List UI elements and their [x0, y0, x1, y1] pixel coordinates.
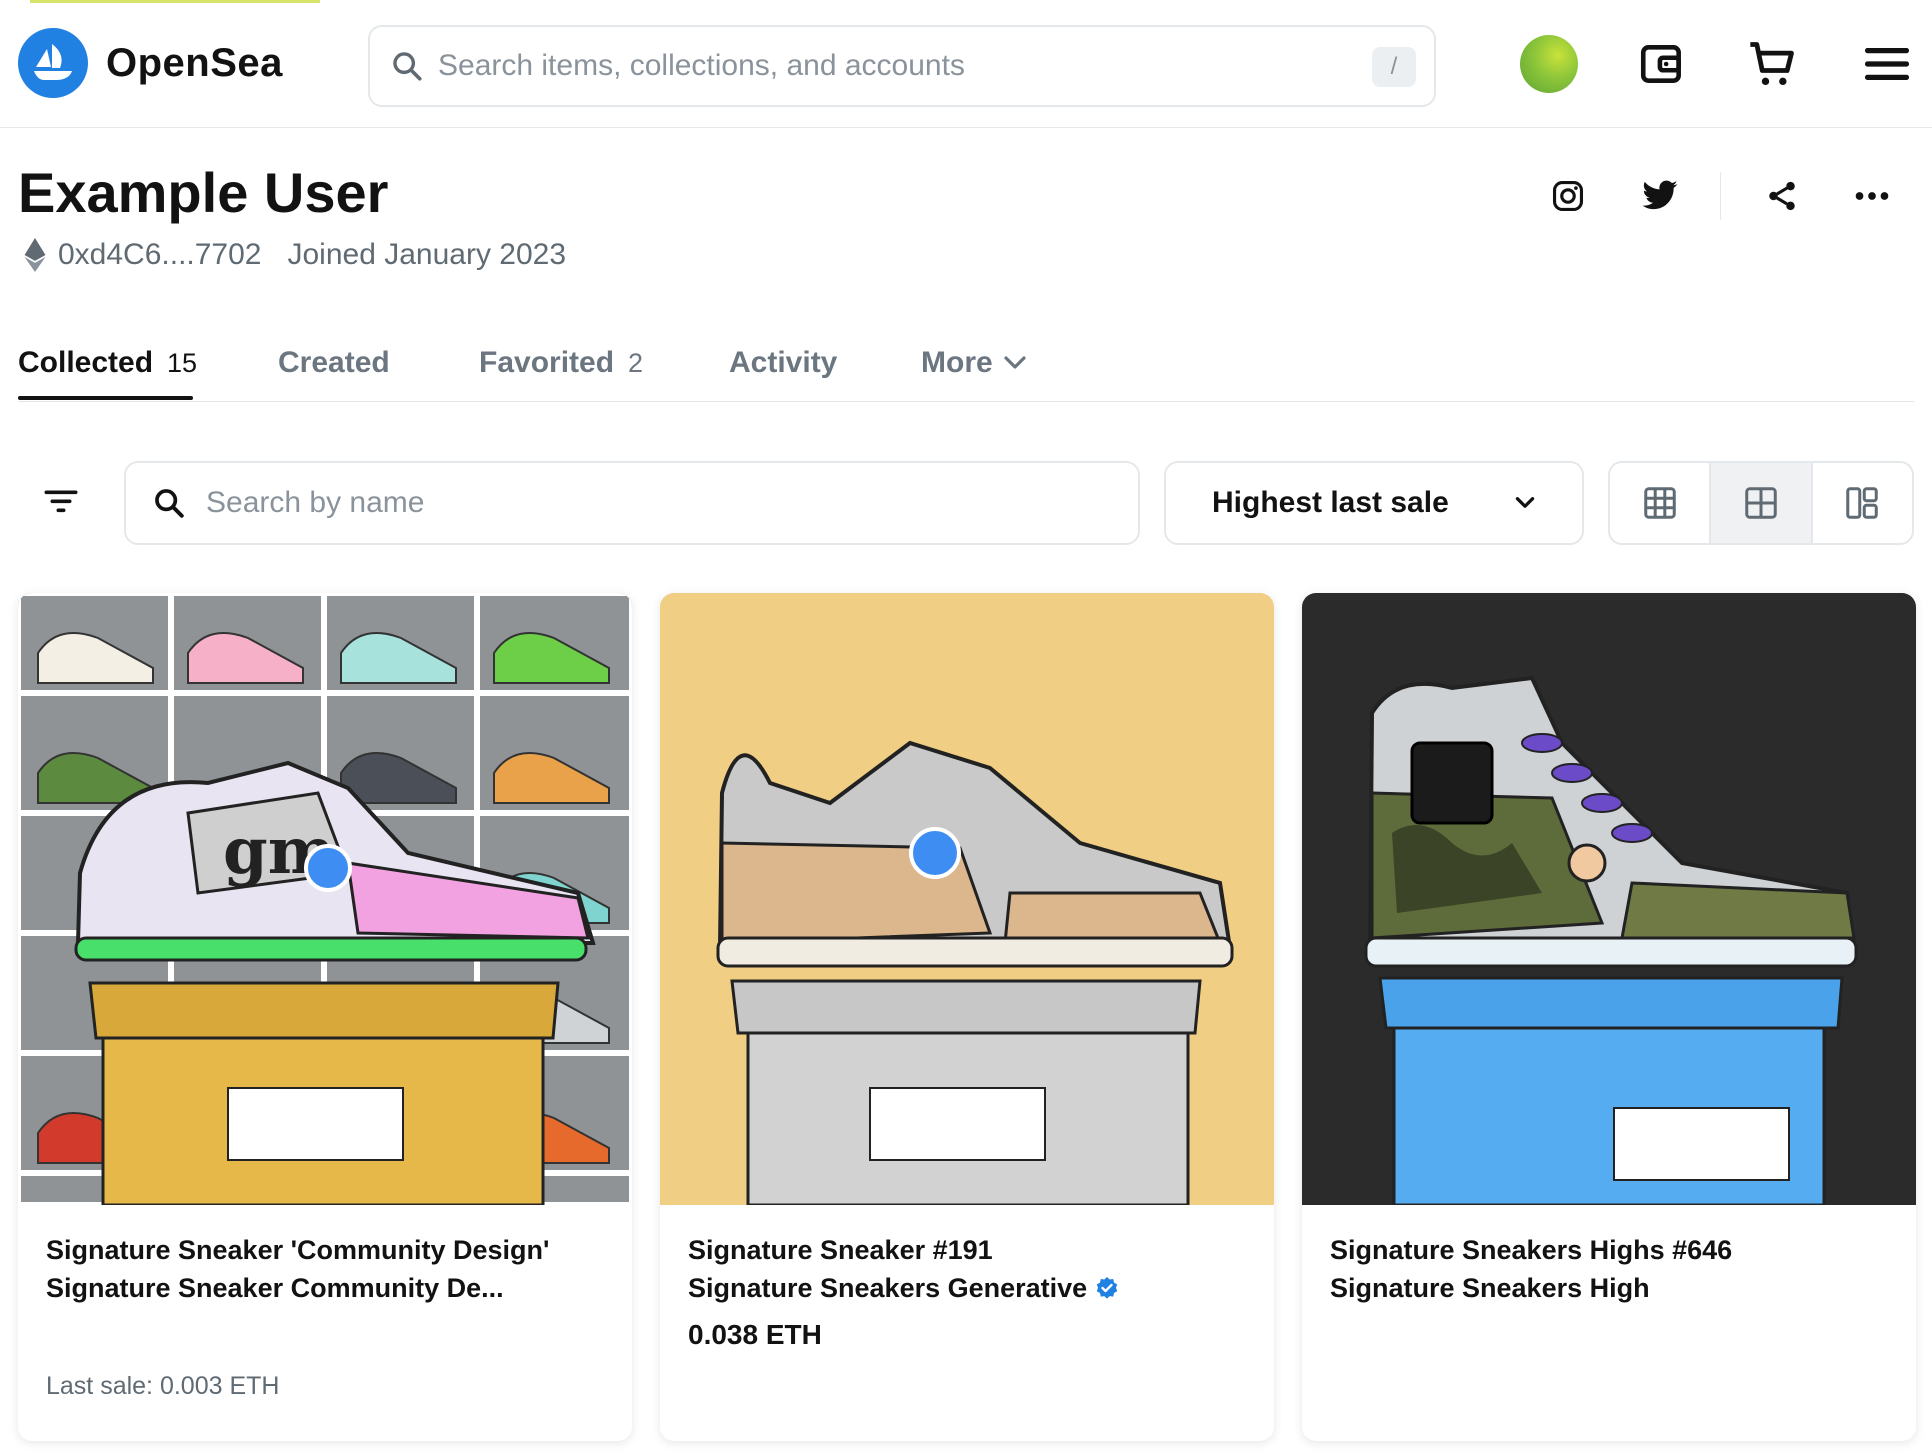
chevron-down-icon	[1515, 497, 1535, 508]
opensea-logo-icon	[18, 28, 88, 98]
view-large-grid-button[interactable]	[1711, 463, 1813, 543]
view-list-button[interactable]	[1813, 463, 1912, 543]
search-by-name-placeholder: Search by name	[206, 486, 425, 519]
active-tab-indicator	[18, 396, 193, 400]
global-search-input[interactable]: Search items, collections, and accounts …	[368, 25, 1436, 107]
twitter-icon	[1642, 180, 1678, 210]
cart-icon	[1750, 42, 1794, 86]
top-navigation-bar: OpenSea Search items, collections, and a…	[0, 0, 1932, 128]
tab-collected-label: Collected	[18, 346, 154, 379]
tab-favorited-count: 2	[628, 348, 644, 378]
nft-collection-name: Signature Sneaker Community De...	[46, 1269, 608, 1307]
ellipsis-icon	[1855, 192, 1889, 200]
large-grid-icon	[1745, 487, 1777, 519]
chevron-down-icon	[1004, 356, 1026, 369]
tab-created[interactable]: Created	[278, 346, 390, 380]
joined-date: Joined January 2023	[287, 238, 567, 271]
nft-collection-label: Signature Sneakers High	[1330, 1273, 1650, 1303]
instagram-icon	[1552, 180, 1584, 212]
nft-collection-label: Signature Sneakers Generative	[688, 1273, 1088, 1303]
hamburger-menu-icon	[1865, 48, 1909, 80]
search-by-name-input[interactable]: Search by name	[124, 461, 1140, 545]
sort-dropdown-label: Highest last sale	[1212, 486, 1449, 519]
nft-title: Signature Sneaker #191	[688, 1235, 993, 1265]
tab-favorited-label: Favorited	[479, 346, 615, 379]
account-avatar-button[interactable]	[1520, 35, 1578, 93]
nft-card-body: Signature Sneaker 'Community Design' Sig…	[46, 1231, 608, 1307]
nft-image	[660, 593, 1274, 1205]
filter-toggle-button[interactable]	[30, 470, 92, 532]
nft-collection-name: Signature Sneakers High	[1330, 1269, 1892, 1307]
small-grid-icon	[1643, 487, 1676, 519]
tab-collected[interactable]: Collected 15	[18, 346, 197, 380]
ethereum-icon	[24, 238, 46, 272]
filter-icon	[44, 490, 78, 513]
more-options-button[interactable]	[1842, 166, 1902, 226]
nft-card[interactable]: Signature Sneaker #191 Signature Sneaker…	[660, 593, 1274, 1441]
tab-more[interactable]: More	[921, 346, 1027, 380]
view-small-grid-button[interactable]	[1610, 463, 1712, 543]
share-icon	[1769, 181, 1795, 211]
nft-image	[1302, 593, 1916, 1205]
list-layout-icon	[1846, 487, 1879, 519]
nft-card-body: Signature Sneakers Highs #646 Signature …	[1330, 1231, 1892, 1307]
tab-activity-label: Activity	[729, 346, 838, 379]
nft-card[interactable]: gm Signature Sneaker 'Community Design' …	[18, 593, 632, 1441]
tab-more-label: More	[921, 346, 993, 379]
wallet-address[interactable]: 0xd4C6....7702	[58, 238, 261, 272]
brand-name: OpenSea	[106, 40, 283, 85]
instagram-link[interactable]	[1538, 166, 1598, 226]
nft-card-body: Signature Sneaker #191 Signature Sneaker…	[688, 1231, 1250, 1351]
loading-progress-bar	[30, 0, 320, 3]
grid-view-toggle	[1608, 461, 1914, 545]
main-menu-button[interactable]	[1855, 32, 1919, 96]
nft-card[interactable]: Signature Sneakers Highs #646 Signature …	[1302, 593, 1916, 1441]
tab-created-label: Created	[278, 346, 390, 379]
nft-collection-label: Signature Sneaker Community De...	[46, 1273, 504, 1303]
share-button[interactable]	[1752, 166, 1812, 226]
tab-favorited[interactable]: Favorited 2	[479, 346, 643, 380]
nft-collection-name: Signature Sneakers Generative	[688, 1269, 1250, 1307]
wallet-icon	[1640, 45, 1681, 83]
wallet-button[interactable]	[1630, 32, 1694, 96]
tab-activity[interactable]: Activity	[729, 346, 837, 380]
search-shortcut-key: /	[1372, 47, 1416, 87]
search-icon	[393, 52, 422, 81]
profile-meta: 0xd4C6....7702 Joined January 2023	[24, 238, 566, 272]
sort-dropdown[interactable]: Highest last sale	[1164, 461, 1584, 545]
social-divider	[1720, 172, 1721, 220]
global-search-placeholder: Search items, collections, and accounts	[438, 49, 965, 82]
profile-name: Example User	[18, 161, 389, 224]
nft-title: Signature Sneakers Highs #646	[1330, 1235, 1733, 1265]
profile-tabs: Collected 15 Created Favorited 2 Activit…	[18, 340, 1914, 402]
verified-badge-icon	[1096, 1277, 1118, 1299]
cart-button[interactable]	[1740, 32, 1804, 96]
twitter-link[interactable]	[1630, 166, 1690, 226]
tab-collected-count: 15	[167, 348, 198, 378]
brand-logo-link[interactable]: OpenSea	[18, 28, 283, 98]
nft-title: Signature Sneaker 'Community Design'	[46, 1235, 550, 1265]
nft-image: gm	[18, 593, 632, 1205]
search-icon	[155, 489, 184, 518]
nft-price: 0.038 ETH	[688, 1319, 822, 1350]
nft-last-sale: Last sale: 0.003 ETH	[46, 1372, 280, 1400]
